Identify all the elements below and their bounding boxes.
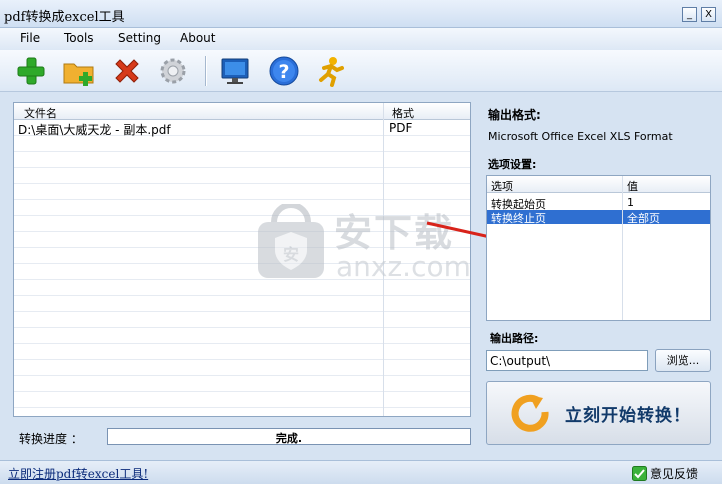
option-value[interactable]: 1: [627, 196, 634, 209]
svg-text:?: ?: [278, 61, 289, 83]
add-file-button[interactable]: [15, 55, 47, 87]
option-row-end-page[interactable]: 转换终止页 全部页: [487, 210, 710, 226]
help-icon: ?: [269, 56, 299, 86]
refresh-icon: [511, 394, 549, 432]
options-label: 选项设置:: [488, 158, 537, 171]
column-format[interactable]: 格式: [392, 105, 414, 121]
menu-tools[interactable]: Tools: [64, 31, 94, 45]
start-convert-button[interactable]: 立刻开始转换！: [486, 381, 711, 445]
progress-status: 完成.: [275, 432, 303, 445]
screen-button[interactable]: [219, 55, 251, 87]
start-convert-label: 立刻开始转换！: [565, 406, 691, 426]
gear-icon: [160, 58, 186, 84]
add-folder-button[interactable]: [63, 55, 95, 87]
help-button[interactable]: ?: [268, 55, 300, 87]
remove-button[interactable]: [111, 55, 143, 87]
menu-file[interactable]: File: [20, 31, 40, 45]
window-title: pdf转换成excel工具: [4, 10, 125, 25]
column-value: 值: [627, 180, 638, 193]
shield-bag-icon: 安: [258, 204, 324, 278]
output-format-value: Microsoft Office Excel XLS Format: [488, 130, 673, 143]
progress-label: 转换进度 ：: [19, 432, 83, 446]
progress-bar: 完成.: [107, 428, 471, 445]
monitor-icon: [221, 58, 249, 84]
settings-button[interactable]: [157, 55, 189, 87]
option-name: 转换终止页: [491, 212, 546, 225]
folder-add-icon: [63, 63, 94, 86]
column-filename[interactable]: 文件名: [24, 105, 57, 121]
checkmark-icon: [632, 466, 647, 481]
output-format-label: 输出格式:: [488, 108, 541, 122]
plus-icon: [17, 57, 45, 85]
file-format-cell: PDF: [389, 121, 413, 135]
browse-button[interactable]: 浏览...: [655, 349, 711, 372]
menu-bar: File Tools Setting About: [0, 28, 722, 50]
running-man-icon: [319, 57, 344, 87]
column-option: 选项: [491, 180, 513, 193]
toolbar: ?: [0, 50, 722, 92]
svg-text:安: 安: [283, 245, 299, 264]
toolbar-separator: [205, 56, 206, 86]
options-table-header: 选项 值: [487, 176, 710, 193]
close-button[interactable]: X: [701, 7, 716, 22]
menu-setting[interactable]: Setting: [118, 31, 161, 45]
feedback-link[interactable]: 意见反馈: [650, 465, 698, 482]
status-bar: 立即注册pdf转excel工具! 意见反馈: [0, 460, 722, 484]
delete-x-icon: [115, 59, 139, 83]
output-path-input[interactable]: [486, 350, 648, 371]
run-button[interactable]: [315, 55, 347, 87]
option-row-start-page[interactable]: 转换起始页 1: [487, 196, 710, 211]
file-name-cell: D:\桌面\大威天龙 - 副本.pdf: [18, 123, 171, 137]
register-link[interactable]: 立即注册pdf转excel工具!: [8, 465, 148, 482]
title-bar: pdf转换成excel工具 _ X: [0, 0, 722, 28]
column-divider: [622, 176, 623, 320]
minimize-button[interactable]: _: [682, 7, 697, 22]
menu-about[interactable]: About: [180, 31, 215, 45]
file-list-header: 文件名 格式: [14, 103, 470, 120]
option-value[interactable]: 全部页: [627, 210, 660, 226]
options-table[interactable]: 选项 值 转换起始页 1 转换终止页 全部页: [486, 175, 711, 321]
table-row[interactable]: D:\桌面\大威天龙 - 副本.pdf PDF: [14, 120, 470, 137]
output-path-label: 输出路径:: [490, 332, 539, 345]
